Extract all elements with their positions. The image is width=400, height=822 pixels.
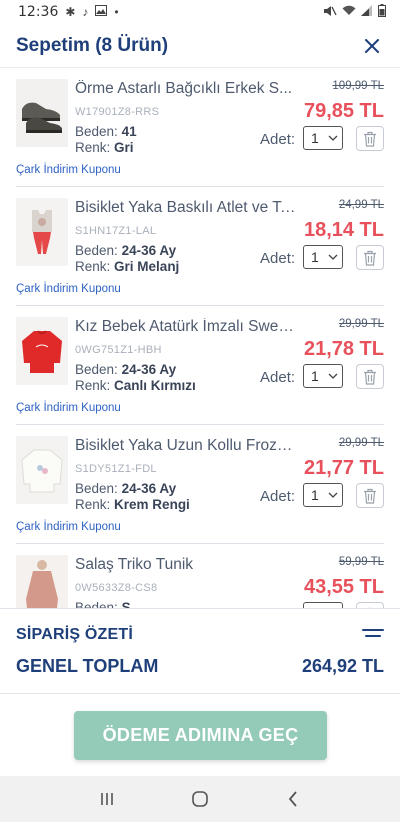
old-price: 24,99 TL xyxy=(338,199,384,211)
close-button[interactable] xyxy=(360,34,384,58)
battery-icon xyxy=(378,4,386,20)
recent-apps-button[interactable] xyxy=(92,784,122,814)
home-icon xyxy=(192,791,208,807)
settings-icon: ✱ xyxy=(65,5,76,19)
chevron-down-icon xyxy=(328,492,338,498)
current-price: 18,14 TL xyxy=(303,219,384,241)
mute-icon xyxy=(323,5,337,20)
back-button[interactable] xyxy=(278,784,308,814)
coupon-link[interactable]: Çark İndirim Kuponu xyxy=(16,283,121,295)
old-price: 109,99 TL xyxy=(332,80,384,92)
summary-toggle-icon[interactable] xyxy=(362,629,384,643)
cart-header: Sepetim (8 Ürün) xyxy=(0,24,400,68)
product-sku: 0WG751Z1-HBH xyxy=(75,344,162,356)
grand-total-value: 264,92 TL xyxy=(301,656,384,676)
product-size: Beden: 24-36 Ay xyxy=(75,243,177,258)
product-name[interactable]: Kız Bebek Atatürk İmzalı Swea... xyxy=(75,318,299,336)
product-sku: S1DY51Z1-FDL xyxy=(75,463,157,475)
product-image-longsleeve[interactable] xyxy=(16,436,68,504)
product-size: Beden: 24-36 Ay xyxy=(75,481,177,496)
back-icon xyxy=(289,791,297,807)
old-price: 29,99 TL xyxy=(338,437,384,449)
trash-icon xyxy=(364,131,376,147)
product-size: Beden: 41 xyxy=(75,124,137,139)
chevron-down-icon xyxy=(328,254,338,260)
wifi-icon xyxy=(342,5,356,19)
product-sku: 0W5633Z8-CS8 xyxy=(75,582,158,594)
quantity-select[interactable]: 1 xyxy=(303,364,343,388)
quantity-label: Adet: xyxy=(260,131,296,148)
coupon-link[interactable]: Çark İndirim Kuponu xyxy=(16,164,121,176)
quantity-label: Adet: xyxy=(260,488,296,505)
cart-item: Kız Bebek Atatürk İmzalı Swea... 0WG751Z… xyxy=(16,306,384,425)
status-time: 12:36 xyxy=(18,4,59,20)
system-nav-bar xyxy=(0,776,400,822)
trash-icon xyxy=(364,488,376,504)
product-name[interactable]: Salaş Triko Tunik xyxy=(75,556,299,574)
product-image-tank-set[interactable] xyxy=(16,198,68,266)
old-price: 29,99 TL xyxy=(338,318,384,330)
order-summary: SİPARİŞ ÖZETİ GENEL TOPLAM 264,92 TL xyxy=(0,608,400,694)
quantity-select[interactable]: 1 xyxy=(303,126,343,150)
current-price: 43,55 TL xyxy=(303,576,384,598)
coupon-link[interactable]: Çark İndirim Kuponu xyxy=(16,402,121,414)
current-price: 79,85 TL xyxy=(303,100,384,122)
product-color: Renk: Gri Melanj xyxy=(75,259,180,274)
cart-item-list[interactable]: Örme Astarlı Bağcıklı Erkek S... W17901Z… xyxy=(0,68,400,608)
home-button[interactable] xyxy=(185,784,215,814)
current-price: 21,78 TL xyxy=(303,338,384,360)
cart-item: Salaş Triko Tunik 0W5633Z8-CS8 Beden: S … xyxy=(16,544,384,608)
product-sku: S1HN17Z1-LAL xyxy=(75,225,157,237)
product-color: Renk: Gri xyxy=(75,140,134,155)
trash-icon xyxy=(364,369,376,385)
gallery-icon xyxy=(95,5,108,19)
tiktok-icon: ♪ xyxy=(82,5,89,19)
current-price: 21,77 TL xyxy=(303,457,384,479)
old-price: 59,99 TL xyxy=(338,556,384,568)
checkout-area: ÖDEME ADIMINA GEÇ xyxy=(0,694,400,776)
order-summary-title: SİPARİŞ ÖZETİ xyxy=(16,626,133,643)
product-image-shoes[interactable] xyxy=(16,79,68,147)
delete-item-button[interactable] xyxy=(356,245,384,270)
chevron-down-icon xyxy=(328,373,338,379)
product-name[interactable]: Bisiklet Yaka Uzun Kollu Frozen... xyxy=(75,437,299,455)
cart-item: Bisiklet Yaka Baskılı Atlet ve Ta... S1H… xyxy=(16,187,384,306)
product-image-tunic[interactable] xyxy=(16,555,68,608)
coupon-link[interactable]: Çark İndirim Kuponu xyxy=(16,521,121,533)
quantity-select[interactable]: 1 xyxy=(303,483,343,507)
product-image-sweatshirt[interactable] xyxy=(16,317,68,385)
product-color: Renk: Krem Rengi xyxy=(75,497,190,512)
recent-apps-icon xyxy=(100,793,113,805)
close-icon xyxy=(365,38,379,53)
status-bar: 12:36 ✱ ♪ • xyxy=(0,0,400,24)
delete-item-button[interactable] xyxy=(356,126,384,151)
product-color: Renk: Canlı Kırmızı xyxy=(75,378,196,393)
cart-item: Örme Astarlı Bağcıklı Erkek S... W17901Z… xyxy=(16,68,384,187)
product-size: Beden: S xyxy=(75,600,131,608)
grand-total-label: GENEL TOPLAM xyxy=(16,656,159,676)
delete-item-button[interactable] xyxy=(356,364,384,389)
page-title: Sepetim (8 Ürün) xyxy=(16,34,169,56)
quantity-label: Adet: xyxy=(260,369,296,386)
chevron-down-icon xyxy=(328,135,338,141)
delete-item-button[interactable] xyxy=(356,483,384,508)
signal-icon xyxy=(361,5,373,19)
product-name[interactable]: Örme Astarlı Bağcıklı Erkek S... xyxy=(75,80,299,98)
product-name[interactable]: Bisiklet Yaka Baskılı Atlet ve Ta... xyxy=(75,199,299,217)
product-sku: W17901Z8-RRS xyxy=(75,106,160,118)
trash-icon xyxy=(364,250,376,266)
quantity-select[interactable]: 1 xyxy=(303,245,343,269)
checkout-button[interactable]: ÖDEME ADIMINA GEÇ xyxy=(74,711,327,760)
cart-item: Bisiklet Yaka Uzun Kollu Frozen... S1DY5… xyxy=(16,425,384,544)
product-size: Beden: 24-36 Ay xyxy=(75,362,177,377)
quantity-label: Adet: xyxy=(260,250,296,267)
dot-icon: • xyxy=(114,5,119,19)
